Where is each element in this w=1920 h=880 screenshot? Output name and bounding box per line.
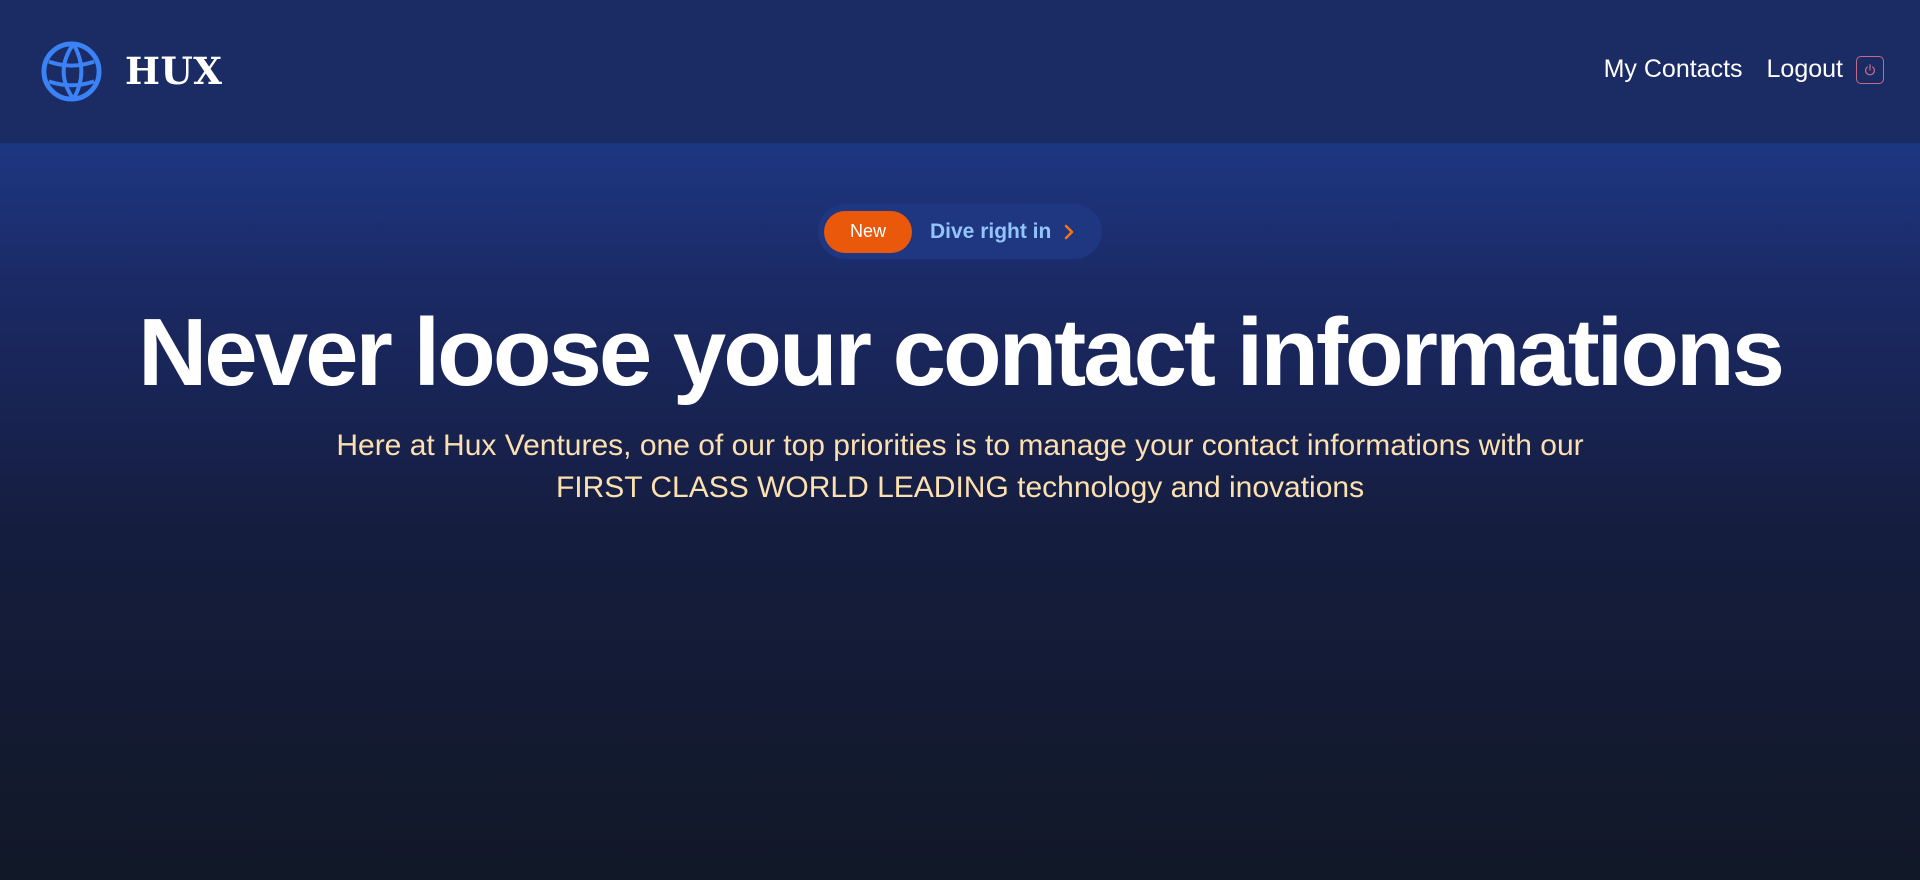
nav-link-my-contacts[interactable]: My Contacts <box>1604 55 1743 84</box>
new-badge: New <box>824 210 912 253</box>
hero-subtext: Here at Hux Ventures, one of our top pri… <box>336 429 1584 504</box>
power-icon <box>1865 63 1875 75</box>
hero-headline: Never loose your contact informations <box>137 299 1785 406</box>
navbar: HUX My Contacts Logout <box>0 0 1920 143</box>
nav-link-logout[interactable]: Logout <box>1767 55 1843 84</box>
announcement-pill[interactable]: New Dive right in <box>818 204 1102 259</box>
nav-links: My Contacts Logout <box>1604 55 1884 84</box>
globe-icon <box>41 41 102 102</box>
brand-name: HUX <box>125 49 223 93</box>
dive-right-in-link[interactable]: Dive right in <box>930 220 1051 244</box>
logout-button[interactable] <box>1856 55 1884 84</box>
brand-logo[interactable]: HUX <box>40 40 222 103</box>
chevron-right-icon <box>1065 224 1074 239</box>
